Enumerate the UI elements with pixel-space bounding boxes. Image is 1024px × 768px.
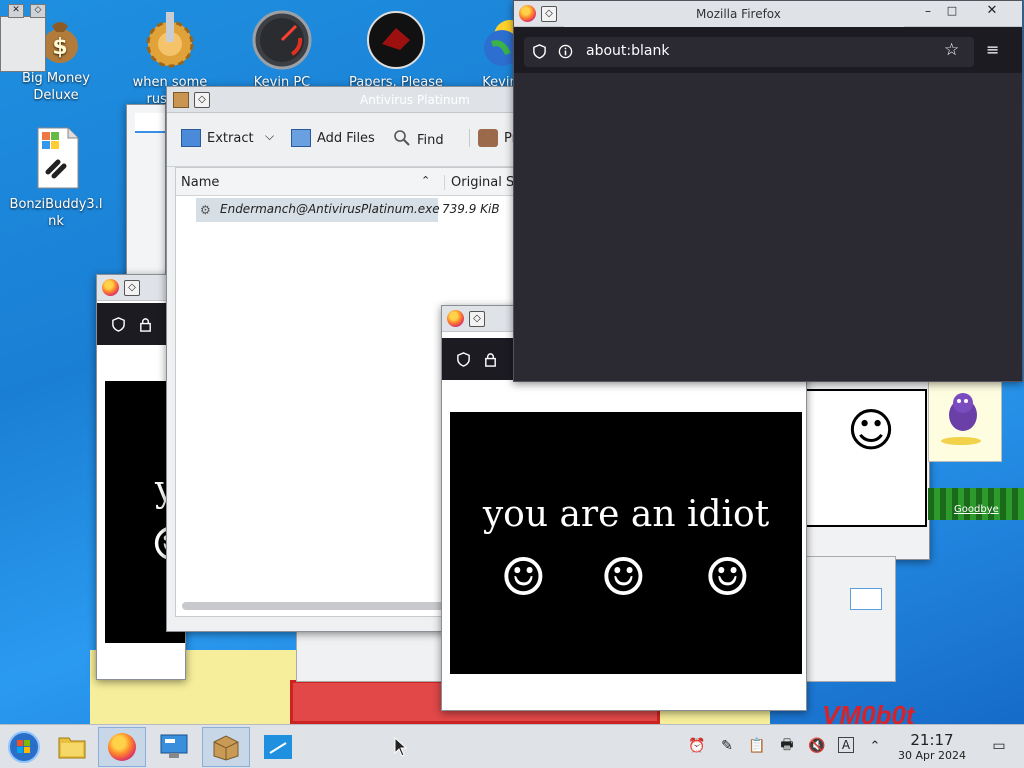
add-files-icon [291, 129, 311, 147]
lock-icon[interactable] [138, 317, 153, 332]
dialog-input[interactable] [850, 588, 882, 610]
row-filename: Endermanch@AntivirusPlatinum.exe [220, 202, 440, 216]
extract-button[interactable]: Extract [181, 129, 254, 147]
extract-icon [181, 129, 201, 147]
goodbye-label: Goodbye [954, 504, 999, 515]
desktop-icon-kevin-pc[interactable]: Kevin PC [232, 10, 332, 91]
firefox-icon [108, 733, 136, 761]
table-row[interactable]: ⚙ Endermanch@AntivirusPlatinum.exe 739.9… [196, 198, 541, 222]
firefox-window[interactable]: ◇ Mozilla Firefox – □ ✕ Mozilla Firefox … [513, 0, 1023, 382]
pin-icon[interactable]: ◇ [469, 310, 485, 327]
archive-titlebar[interactable]: ◇ Antivirus Platinum [167, 87, 541, 113]
firefox-task-button[interactable] [98, 727, 146, 767]
clock[interactable]: 21:17 30 Apr 2024 [890, 731, 974, 762]
printer-icon[interactable]: 🖶 [778, 737, 796, 755]
close-button[interactable]: ✕ [982, 3, 1002, 21]
archive-title: Antivirus Platinum [360, 92, 470, 107]
gauge-icon [252, 10, 312, 70]
file-manager-button[interactable] [48, 727, 96, 767]
clock-date: 30 Apr 2024 [897, 749, 966, 762]
row-size: 739.9 KiB [442, 202, 500, 216]
lock-icon[interactable] [483, 352, 498, 367]
start-button[interactable] [0, 727, 48, 767]
smiley-icon: ☺ [500, 548, 547, 608]
preview-icon [478, 129, 498, 147]
goodbye-bar[interactable]: Goodbye [928, 488, 1024, 520]
mouse-cursor-icon [394, 736, 408, 761]
url-bar[interactable]: about:blank ☆ [524, 37, 974, 67]
pin-icon[interactable]: ◇ [124, 279, 140, 296]
menu-icon[interactable]: ≡ [986, 40, 999, 59]
clipboard-icon[interactable]: 📋 [748, 737, 766, 755]
column-name[interactable]: Name [181, 175, 219, 190]
desktop-icon-papers-please[interactable]: Papers, Please [346, 10, 446, 91]
window-keep-icon[interactable]: ◇ [30, 4, 46, 18]
show-desktop-icon[interactable]: ▭ [990, 737, 1008, 755]
tray-expand-icon[interactable]: ⌃ [866, 737, 884, 755]
extract-dropdown[interactable]: ⌵ [265, 129, 274, 144]
window-pin-icon[interactable]: ✕ [8, 4, 24, 18]
smiley-icon: ☺ [847, 403, 895, 457]
firefox-icon [102, 279, 119, 296]
gear-icon [137, 10, 203, 70]
notifications-icon[interactable]: ⏰ [688, 737, 706, 755]
shield-icon[interactable] [456, 351, 471, 367]
archive-app-icon [173, 91, 189, 108]
firefox-icon [447, 310, 464, 327]
minimize-button[interactable]: – [918, 4, 938, 22]
maximize-button[interactable]: □ [942, 4, 962, 22]
desktop-icon-bonzibuddy[interactable]: BonziBuddy3.lnk [6, 126, 106, 230]
firefox-title-text: Mozilla Firefox [696, 7, 781, 21]
window-task-button[interactable] [254, 727, 302, 767]
bookmark-star-icon[interactable]: ☆ [944, 40, 959, 60]
svg-text:$: $ [52, 35, 67, 60]
idiot-stage[interactable]: you are an idiot ☺ ☺ ☺ [450, 412, 802, 674]
volume-muted-icon[interactable]: 🔇 [808, 737, 826, 755]
shortcut-file-icon [30, 126, 82, 192]
clock-time: 21:17 [910, 731, 954, 749]
bonzi-panel [928, 380, 1002, 462]
smiley-icon: ☺ [704, 548, 751, 608]
papers-please-icon [366, 10, 426, 70]
info-icon[interactable] [558, 44, 573, 63]
updates-icon[interactable]: ✎ [718, 737, 736, 755]
window-thumb[interactable] [0, 16, 46, 72]
smiley-icon: ☺ [600, 548, 647, 608]
pin-icon[interactable]: ◇ [194, 91, 210, 108]
archive-toolbar: Extract ⌵ Add Files Find Pre [167, 115, 541, 167]
antivirus-window-back[interactable] [126, 104, 166, 294]
idiot-message: you are an idiot [482, 494, 770, 535]
archive-task-button[interactable] [202, 727, 250, 767]
firefox-toolbar: about:blank ☆ ≡ [514, 27, 1022, 73]
add-files-button[interactable]: Add Files [291, 129, 375, 147]
keyboard-layout-icon[interactable]: A [838, 737, 854, 753]
table-header: Name ⌃ Original Size [176, 168, 541, 196]
control-panel-button[interactable] [150, 727, 198, 767]
page-content[interactable] [514, 73, 1022, 381]
shield-icon[interactable] [111, 316, 126, 332]
find-button[interactable]: Find [393, 129, 444, 151]
search-icon [393, 129, 411, 151]
exe-file-icon: ⚙ [200, 203, 211, 217]
url-text[interactable]: about:blank [586, 43, 669, 59]
taskbar: ⏰ ✎ 📋 🖶 🔇 A ⌃ 21:17 30 Apr 2024 ▭ [0, 724, 1024, 768]
shield-icon[interactable] [532, 44, 547, 63]
sort-arrow-icon[interactable]: ⌃ [421, 174, 430, 187]
